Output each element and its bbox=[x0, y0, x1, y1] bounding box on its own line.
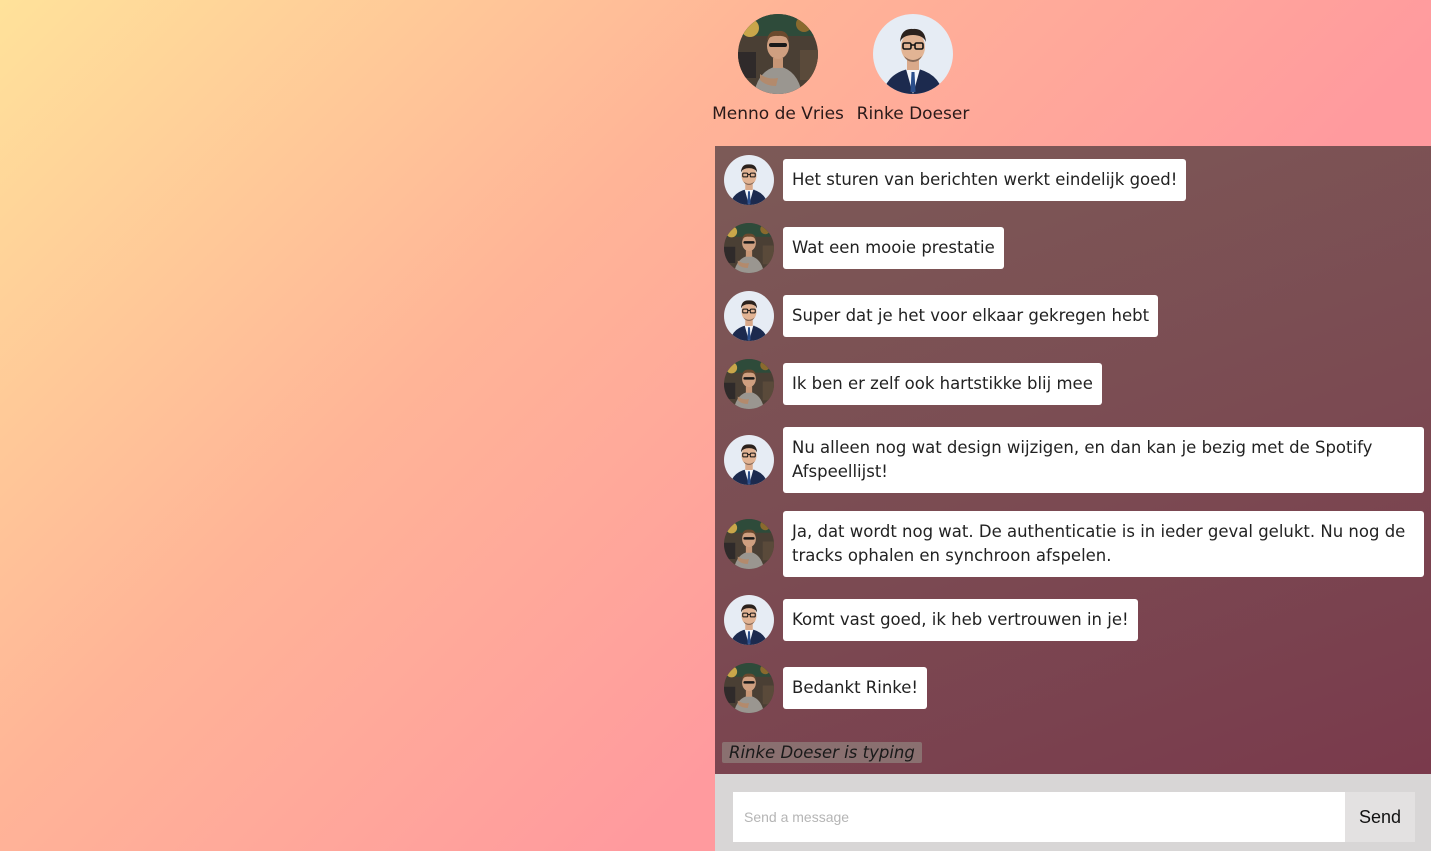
message-bubble: Komt vast goed, ik heb vertrouwen in je! bbox=[783, 599, 1138, 641]
avatar bbox=[724, 155, 774, 205]
avatar bbox=[724, 663, 774, 713]
avatar bbox=[724, 223, 774, 273]
avatar bbox=[724, 359, 774, 409]
message-composer: Send bbox=[715, 774, 1431, 851]
avatar bbox=[724, 291, 774, 341]
message-list[interactable]: Het sturen van berichten werkt eindelijk… bbox=[715, 146, 1431, 713]
avatar bbox=[724, 519, 774, 569]
avatar bbox=[873, 14, 953, 94]
message: Wat een mooie prestatie bbox=[724, 223, 1424, 273]
message-bubble: Bedankt Rinke! bbox=[783, 667, 928, 709]
send-button[interactable]: Send bbox=[1345, 792, 1415, 842]
message-bubble: Nu alleen nog wat design wijzigen, en da… bbox=[783, 427, 1424, 493]
participant-menno[interactable]: Menno de Vries bbox=[712, 14, 844, 124]
typing-indicator: Rinke Doeser is typing bbox=[722, 742, 922, 763]
participants-bar: Menno de Vries Rinke Doeser bbox=[712, 14, 970, 124]
message: Bedankt Rinke! bbox=[724, 663, 1424, 713]
participant-rinke[interactable]: Rinke Doeser bbox=[856, 14, 970, 124]
message-input[interactable] bbox=[733, 792, 1345, 842]
message-bubble: Het sturen van berichten werkt eindelijk… bbox=[783, 159, 1187, 201]
participant-name: Menno de Vries bbox=[712, 104, 844, 124]
message: Ik ben er zelf ook hartstikke blij mee bbox=[724, 359, 1424, 409]
message-bubble: Super dat je het voor elkaar gekregen he… bbox=[783, 295, 1159, 337]
participant-name: Rinke Doeser bbox=[856, 104, 970, 124]
message-bubble: Wat een mooie prestatie bbox=[783, 227, 1004, 269]
message: Komt vast goed, ik heb vertrouwen in je! bbox=[724, 595, 1424, 645]
message: Super dat je het voor elkaar gekregen he… bbox=[724, 291, 1424, 341]
message-bubble: Ja, dat wordt nog wat. De authenticatie … bbox=[783, 511, 1424, 577]
message: Nu alleen nog wat design wijzigen, en da… bbox=[724, 427, 1424, 493]
message: Ja, dat wordt nog wat. De authenticatie … bbox=[724, 511, 1424, 577]
chat-panel: Het sturen van berichten werkt eindelijk… bbox=[715, 146, 1431, 774]
message-bubble: Ik ben er zelf ook hartstikke blij mee bbox=[783, 363, 1102, 405]
message: Het sturen van berichten werkt eindelijk… bbox=[724, 155, 1424, 205]
avatar bbox=[738, 14, 818, 94]
avatar bbox=[724, 595, 774, 645]
avatar bbox=[724, 435, 774, 485]
